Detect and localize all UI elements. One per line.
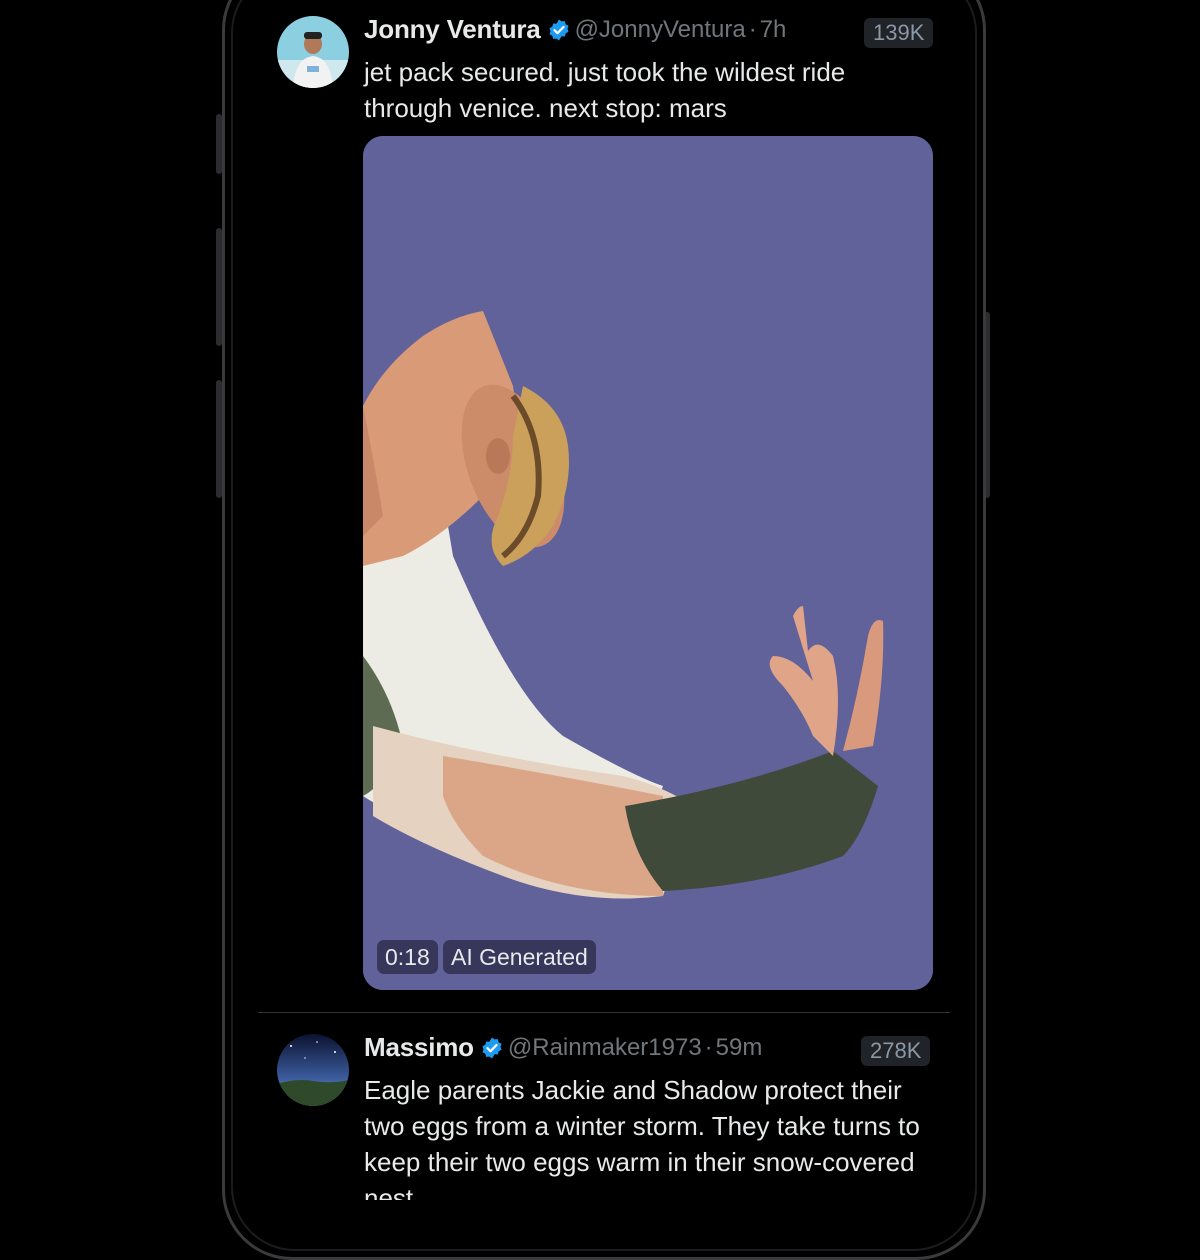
avatar[interactable] <box>277 16 349 88</box>
views-count: 139K <box>864 18 934 48</box>
feed-screen[interactable]: Jonny Ventura @JonnyVentura · 7h 139K je… <box>236 0 972 1200</box>
separator-dot: · <box>748 15 757 43</box>
ai-generated-label[interactable]: AI Generated <box>443 940 596 974</box>
separator-dot: · <box>704 1033 713 1061</box>
video-frame-image <box>363 136 933 990</box>
post-2[interactable]: Massimo @Rainmaker1973 · 59m 278K Eagle … <box>236 1012 972 1200</box>
avatar[interactable] <box>277 1034 349 1106</box>
verified-badge-icon <box>480 1036 504 1060</box>
views-count: 278K <box>861 1036 931 1066</box>
post-timestamp[interactable]: 7h <box>760 16 787 44</box>
post-header: Jonny Ventura @JonnyVentura · 7h <box>364 14 786 45</box>
author-name[interactable]: Massimo <box>364 1032 474 1063</box>
author-name[interactable]: Jonny Ventura <box>364 14 541 45</box>
author-handle[interactable]: @JonnyVentura <box>575 16 746 44</box>
video-duration-badge: 0:18 <box>377 940 438 974</box>
post-video[interactable]: 0:18 AI Generated <box>363 136 933 990</box>
post-text: jet pack secured. just took the wildest … <box>364 57 846 123</box>
post-header: Massimo @Rainmaker1973 · 59m <box>364 1032 762 1063</box>
post-timestamp[interactable]: 59m <box>716 1034 763 1062</box>
post-text: Eagle parents Jackie and Shadow protect … <box>364 1075 920 1200</box>
post-1[interactable]: Jonny Ventura @JonnyVentura · 7h 139K je… <box>236 0 972 1012</box>
verified-badge-icon <box>547 18 571 42</box>
author-handle[interactable]: @Rainmaker1973 <box>508 1034 702 1062</box>
